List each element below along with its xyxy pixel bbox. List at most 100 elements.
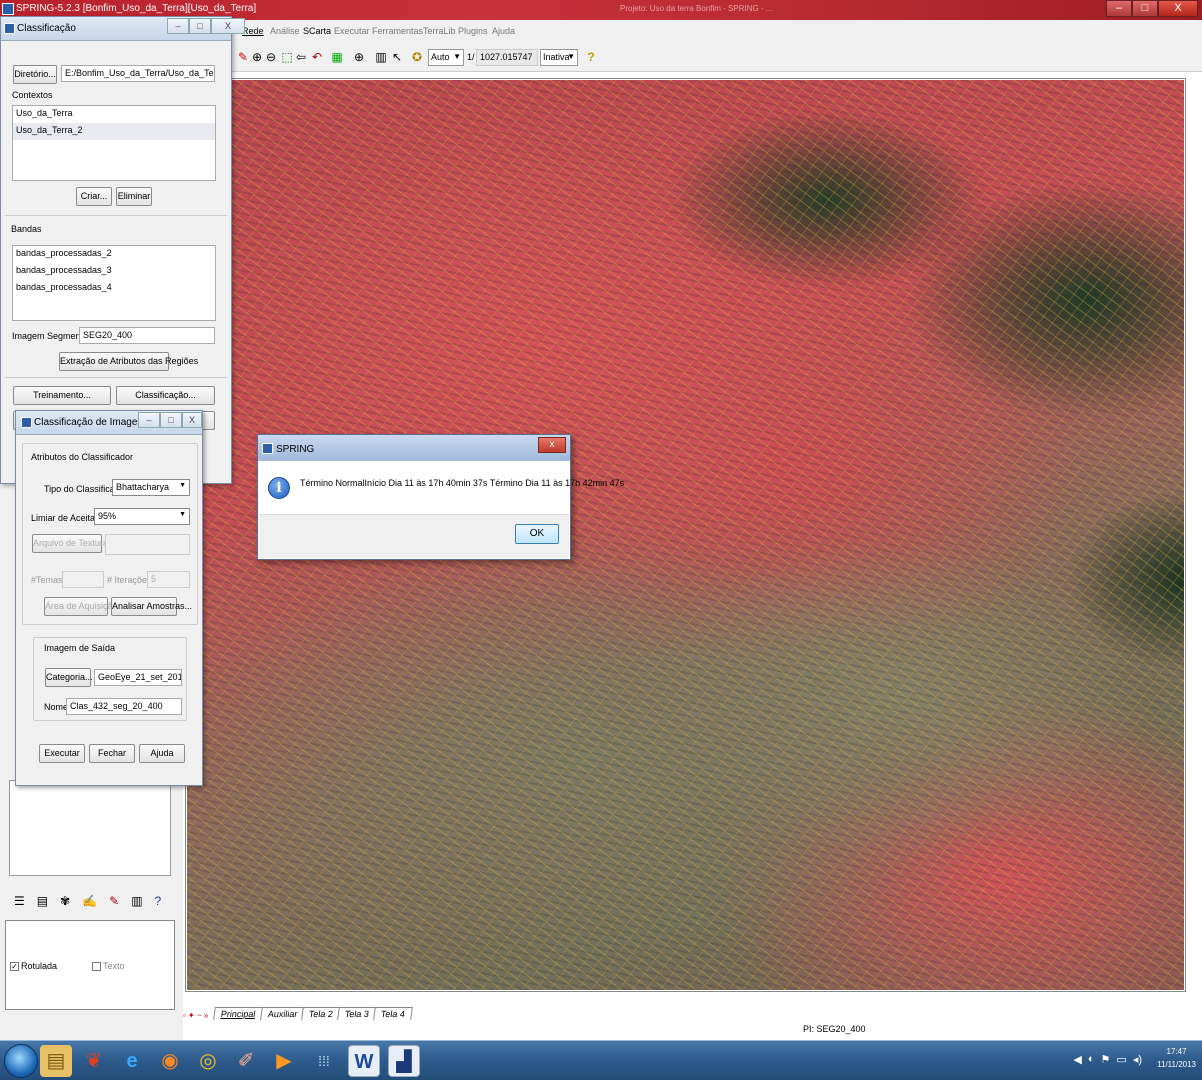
bands-list[interactable]: bandas_processadas_2 bandas_processadas_… xyxy=(12,245,216,321)
acquisition-area-button[interactable]: Área de Aquisição... xyxy=(44,597,125,616)
dialog-close-button[interactable]: x xyxy=(538,437,566,453)
file-explorer-icon[interactable]: ▤ xyxy=(40,1045,72,1077)
media-player-icon[interactable]: ▶ xyxy=(268,1045,300,1077)
undo-icon[interactable]: ↶ xyxy=(310,50,324,64)
paint-icon[interactable]: ✐ xyxy=(230,1045,262,1077)
menu-scarta[interactable]: SCarta xyxy=(303,26,331,36)
chrome-icon[interactable]: ◎ xyxy=(192,1045,224,1077)
band-item[interactable]: bandas_processadas_4 xyxy=(13,280,215,297)
threshold-select[interactable]: 95% ▼ xyxy=(94,508,190,525)
close-button[interactable]: X xyxy=(1158,0,1198,17)
texto-checkbox[interactable] xyxy=(92,962,101,972)
maximize-button[interactable]: □ xyxy=(160,412,182,428)
menu-ajuda[interactable]: Ajuda xyxy=(492,26,515,36)
themes-field[interactable] xyxy=(62,571,104,588)
segmented-image-field[interactable]: SEG20_400 xyxy=(79,327,215,344)
help-book-icon[interactable]: ? xyxy=(155,894,162,908)
minimize-button[interactable]: – xyxy=(138,412,160,428)
notification-arrow-icon[interactable]: ◀ xyxy=(1073,1053,1081,1066)
tab-tela-4[interactable]: Tela 4 xyxy=(373,1007,414,1020)
extract-attributes-button[interactable]: Extração de Atributos das Regiões xyxy=(59,352,198,371)
execute-button[interactable]: Executar xyxy=(39,744,85,763)
table-icon[interactable]: ▥ xyxy=(374,50,388,64)
window-title-faded: Projeto: Uso da terra Bonfim - SPRING - … xyxy=(620,4,773,13)
maximize-button[interactable]: □ xyxy=(189,18,211,34)
band-item[interactable]: bandas_processadas_2 xyxy=(13,246,215,263)
classifier-type-select[interactable]: Bhattacharya ▼ xyxy=(112,479,190,496)
create-button[interactable]: Criar... xyxy=(76,187,112,206)
menu-analise[interactable]: Análise xyxy=(270,26,300,36)
visual-icon[interactable]: ✾ xyxy=(60,894,70,908)
close-dialog-button[interactable]: Fechar xyxy=(89,744,135,763)
close-button[interactable]: X xyxy=(211,18,245,34)
help-icon[interactable]: ? xyxy=(584,50,598,64)
maximize-button[interactable]: □ xyxy=(1132,0,1158,17)
zoom-out-icon[interactable]: ⊖ xyxy=(264,50,278,64)
menu-rede[interactable]: Rede xyxy=(242,26,264,36)
minimize-button[interactable]: – xyxy=(167,18,189,34)
close-button[interactable]: X xyxy=(182,412,202,428)
flag-icon[interactable]: ⚑ xyxy=(1101,1053,1111,1066)
menu-ferramentas[interactable]: Ferramentas xyxy=(372,26,423,36)
zoom-area-icon[interactable]: ⬚ xyxy=(280,50,294,64)
name-field[interactable]: Clas_432_seg_20_400 xyxy=(66,698,182,715)
scale-input[interactable]: 1027.015747 xyxy=(476,49,538,66)
contexts-label: Contextos xyxy=(12,90,53,100)
tab-nav-icons[interactable]: ▫ ✦ ~ » xyxy=(183,1011,208,1020)
cursor-info-icon[interactable]: ↖ xyxy=(390,50,404,64)
tab-auxiliar[interactable]: Auxiliar xyxy=(259,1007,306,1020)
directory-field[interactable]: E:/Bonfim_Uso_da_Terra/Uso_da_Terra xyxy=(61,65,215,82)
tray-app-icon[interactable]: ◐ xyxy=(1088,1053,1095,1066)
minimize-button[interactable]: – xyxy=(1106,0,1132,17)
spring-icon[interactable]: ▟ xyxy=(388,1045,420,1077)
layers-icon[interactable]: ▦ xyxy=(330,50,344,64)
volume-icon[interactable]: ◂) xyxy=(1133,1053,1142,1066)
mode-select[interactable]: Auto ▼ xyxy=(428,49,464,66)
clock[interactable]: 17:47 11/11/2013 xyxy=(1157,1045,1196,1071)
zoom-factor-icon[interactable]: ⊕ xyxy=(352,50,366,64)
directory-button[interactable]: Diretório... xyxy=(13,65,57,84)
tab-tela-2[interactable]: Tela 2 xyxy=(301,1007,342,1020)
network-icon[interactable]: ▭ xyxy=(1116,1053,1126,1066)
list-icon[interactable]: ☰ xyxy=(14,894,25,908)
tab-principal[interactable]: Principal xyxy=(213,1007,264,1020)
help-button[interactable]: Ajuda xyxy=(139,744,185,763)
layer-list[interactable] xyxy=(9,780,171,876)
state-select[interactable]: Inativa ▼ xyxy=(540,49,578,66)
category-button[interactable]: Categoria... xyxy=(45,668,93,687)
properties-icon[interactable]: ▤ xyxy=(37,894,48,908)
dialog-title: SPRING xyxy=(276,444,315,455)
texture-file-field[interactable] xyxy=(105,534,190,555)
tab-tela-3[interactable]: Tela 3 xyxy=(337,1007,378,1020)
rotulada-checkbox[interactable]: ✓ xyxy=(10,962,19,972)
menu-bar: Rede Análise SCarta Executar Ferramentas… xyxy=(230,20,1202,44)
texture-file-button[interactable]: Arquivo de Textura... xyxy=(32,534,115,553)
menu-plugins[interactable]: Plugins xyxy=(458,26,488,36)
word-icon[interactable]: W xyxy=(348,1045,380,1077)
band-item[interactable]: bandas_processadas_3 xyxy=(13,263,215,280)
zoom-in-icon[interactable]: ⊕ xyxy=(250,50,264,64)
firefox-icon[interactable]: ◉ xyxy=(154,1045,186,1077)
classify-button[interactable]: Classificação... xyxy=(116,386,215,405)
app-icon[interactable]: ❦ xyxy=(78,1045,110,1077)
context-item[interactable]: Uso_da_Terra xyxy=(13,106,215,123)
pencil-icon[interactable]: ✎ xyxy=(236,50,250,64)
category-field[interactable]: GeoEye_21_set_2011 xyxy=(94,669,182,686)
analyze-samples-button[interactable]: Analisar Amostras... xyxy=(111,597,192,616)
start-icon[interactable] xyxy=(4,1044,38,1078)
iterations-field[interactable]: 5 xyxy=(147,571,190,588)
ok-button[interactable]: OK xyxy=(515,524,559,544)
menu-executar[interactable]: Executar xyxy=(334,26,370,36)
edit-icon[interactable]: ✍ xyxy=(82,894,97,908)
internet-explorer-icon[interactable]: e xyxy=(116,1045,148,1077)
grid-app-icon[interactable]: ⁞⁞⁞ xyxy=(308,1045,340,1077)
contexts-list[interactable]: Uso_da_Terra Uso_da_Terra_2 xyxy=(12,105,216,181)
draw-icon[interactable]: ✎ xyxy=(109,894,119,908)
back-icon[interactable]: ⇦ xyxy=(294,50,308,64)
menu-terralib[interactable]: TerraLib xyxy=(423,26,456,36)
delete-button[interactable]: Eliminar xyxy=(116,187,152,206)
training-button[interactable]: Treinamento... xyxy=(13,386,111,405)
settings-icon[interactable]: ✪ xyxy=(410,50,424,64)
legend-icon[interactable]: ▥ xyxy=(131,894,142,908)
context-item[interactable]: Uso_da_Terra_2 xyxy=(13,123,215,140)
